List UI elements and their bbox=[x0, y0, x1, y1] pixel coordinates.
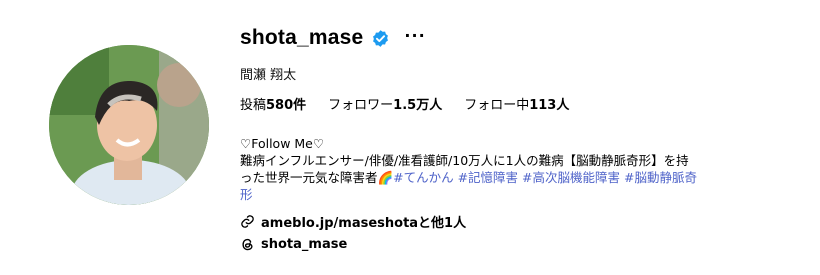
threads-icon bbox=[240, 237, 255, 252]
link-icon bbox=[240, 214, 255, 229]
hashtag-link[interactable]: #脳動静脈奇 bbox=[624, 170, 697, 185]
profile-stats: 投稿580件 フォロワー1.5万人 フォロー中113人 bbox=[240, 94, 591, 113]
bio-line: 難病インフルエンサー/俳優/准看護師/10万人に1人の難病【脳動静脈奇形】を持 bbox=[240, 153, 689, 168]
username: shota_mase bbox=[240, 26, 364, 49]
followers-count[interactable]: フォロワー1.5万人 bbox=[328, 94, 442, 113]
rainbow-emoji: 🌈 bbox=[377, 170, 394, 185]
bio-line[interactable]: 形 bbox=[240, 186, 780, 203]
threads-link-text[interactable]: shota_mase bbox=[261, 237, 347, 252]
verified-badge-icon bbox=[371, 29, 390, 48]
hashtag-link[interactable]: #記憶障害 bbox=[458, 170, 518, 185]
hashtag-link[interactable]: #高次脳機能障害 bbox=[522, 170, 620, 185]
profile-avatar[interactable] bbox=[49, 45, 209, 205]
threads-link[interactable]: shota_mase bbox=[240, 237, 347, 252]
bio-line: った世界一元気な障害者🌈#てんかん #記憶障害 #高次脳機能障害 #脳動静脈奇 bbox=[240, 170, 697, 185]
hashtag-link[interactable]: #てんかん bbox=[393, 170, 453, 185]
following-count[interactable]: フォロー中113人 bbox=[464, 94, 569, 113]
full-name: 間瀬 翔太 bbox=[240, 68, 297, 83]
website-link-text[interactable]: ameblo.jp/maseshotaと他1人 bbox=[261, 212, 466, 231]
posts-count: 投稿580件 bbox=[240, 98, 307, 113]
more-options-icon[interactable]: ··· bbox=[404, 26, 425, 45]
bio-line: ♡Follow Me♡ bbox=[240, 136, 325, 151]
bio: ♡Follow Me♡ 難病インフルエンサー/俳優/准看護師/10万人に1人の難… bbox=[240, 135, 780, 203]
website-link[interactable]: ameblo.jp/maseshotaと他1人 bbox=[240, 212, 466, 231]
